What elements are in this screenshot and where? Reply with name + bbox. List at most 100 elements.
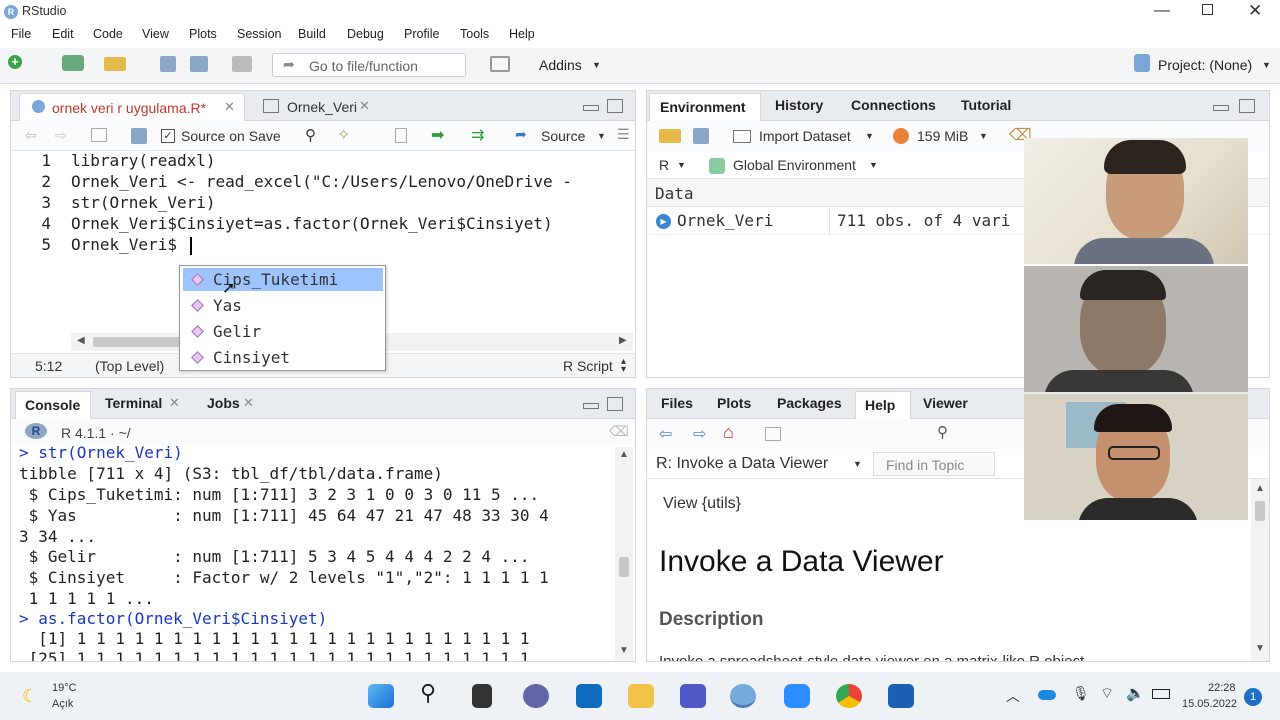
menu-plots[interactable]: Plots bbox=[189, 27, 217, 41]
project-menu[interactable]: Project: (None) bbox=[1158, 57, 1252, 73]
tab-environment[interactable]: Environment bbox=[649, 93, 761, 121]
tab-console[interactable]: Console bbox=[15, 391, 91, 419]
tab-plots[interactable]: Plots bbox=[717, 395, 751, 411]
minimize-pane-icon[interactable] bbox=[583, 105, 599, 111]
onedrive-icon[interactable] bbox=[1038, 690, 1056, 700]
save-all-icon[interactable] bbox=[190, 56, 208, 72]
menu-edit[interactable]: Edit bbox=[52, 27, 74, 41]
minimize-button[interactable]: — bbox=[1154, 2, 1170, 20]
broom-icon[interactable]: ⌫ bbox=[609, 423, 629, 440]
console-scrollbar[interactable]: ▲ ▼ bbox=[615, 447, 633, 661]
restore-button[interactable] bbox=[1202, 4, 1213, 15]
menu-view[interactable]: View bbox=[142, 27, 169, 41]
scroll-right-icon[interactable]: ▶ bbox=[619, 335, 627, 346]
close-icon[interactable]: ✕ bbox=[243, 395, 254, 411]
clock-time[interactable]: 22:28 bbox=[1208, 682, 1236, 694]
scroll-down-icon[interactable]: ▼ bbox=[1255, 643, 1265, 654]
editor-tab-script[interactable]: ornek veri r uygulama.R* ✕ bbox=[19, 93, 245, 121]
autocomplete-item[interactable]: Cips_Tuketimi bbox=[183, 268, 383, 291]
language-selector[interactable]: R bbox=[659, 157, 669, 173]
chevron-up-icon[interactable]: ︿ bbox=[1006, 686, 1020, 706]
outlook-icon[interactable] bbox=[576, 684, 602, 708]
minimize-pane-icon[interactable] bbox=[1213, 105, 1229, 111]
console-output[interactable]: > str(Ornek_Veri) tibble [711 x 4] (S3: … bbox=[19, 445, 613, 661]
save-icon[interactable] bbox=[160, 56, 176, 72]
new-file-icon[interactable]: + bbox=[8, 55, 22, 69]
back-arrow-icon[interactable]: ⇦ bbox=[659, 424, 672, 444]
rerun-icon[interactable]: ⇉ bbox=[471, 125, 484, 145]
tab-tutorial[interactable]: Tutorial bbox=[961, 97, 1011, 113]
scroll-thumb[interactable] bbox=[93, 337, 183, 347]
home-icon[interactable]: ⌂ bbox=[723, 422, 734, 443]
find-in-topic-input[interactable]: Find in Topic bbox=[873, 452, 995, 476]
file-explorer-icon[interactable] bbox=[628, 684, 654, 708]
show-in-window-icon[interactable] bbox=[765, 427, 781, 441]
search-icon[interactable]: ⚲ bbox=[420, 680, 436, 706]
source-button[interactable]: ➦ Source ▼ bbox=[511, 124, 611, 148]
volume-icon[interactable]: 🔈 bbox=[1126, 684, 1145, 702]
outline-icon[interactable]: ☰ bbox=[617, 126, 630, 143]
menu-session[interactable]: Session bbox=[237, 27, 281, 41]
new-project-icon[interactable] bbox=[62, 55, 84, 71]
source-on-save-checkbox[interactable]: ✓ bbox=[161, 129, 175, 143]
editor-tab-viewer[interactable]: Ornek_Veri ✕ bbox=[251, 93, 381, 119]
help-scrollbar[interactable]: ▲ ▼ bbox=[1251, 479, 1269, 661]
tab-help[interactable]: Help bbox=[855, 391, 911, 419]
start-icon[interactable] bbox=[368, 684, 394, 708]
close-icon[interactable]: ✕ bbox=[169, 395, 180, 411]
file-type-selector[interactable]: R Script bbox=[563, 358, 613, 374]
menu-file[interactable]: File bbox=[11, 27, 31, 41]
scope-selector[interactable]: Global Environment bbox=[733, 157, 856, 173]
maximize-pane-icon[interactable] bbox=[607, 397, 623, 411]
addins-menu[interactable]: Addins bbox=[539, 57, 582, 73]
print-icon[interactable] bbox=[232, 56, 252, 72]
menu-build[interactable]: Build bbox=[298, 27, 326, 41]
menu-debug[interactable]: Debug bbox=[347, 27, 384, 41]
scroll-left-icon[interactable]: ◀ bbox=[77, 335, 85, 346]
menu-help[interactable]: Help bbox=[509, 27, 535, 41]
goto-file-input[interactable]: ➦ Go to file/function bbox=[272, 53, 466, 77]
forward-arrow-icon[interactable]: ⇨ bbox=[693, 424, 706, 444]
compile-report-icon[interactable] bbox=[395, 128, 407, 143]
autocomplete-item[interactable]: Yas bbox=[183, 294, 383, 317]
clock-date[interactable]: 15.05.2022 bbox=[1182, 698, 1237, 710]
run-line-icon[interactable]: ➡ bbox=[431, 125, 444, 145]
scroll-down-icon[interactable]: ▼ bbox=[619, 645, 629, 656]
chrome-icon[interactable] bbox=[836, 684, 862, 708]
microphone-icon[interactable]: 🎙 bbox=[1072, 685, 1090, 702]
scroll-thumb[interactable] bbox=[1255, 501, 1265, 521]
topic-selector[interactable]: R: Invoke a Data Viewer bbox=[656, 455, 828, 473]
battery-icon[interactable] bbox=[1152, 689, 1170, 699]
maximize-pane-icon[interactable] bbox=[607, 99, 623, 113]
autocomplete-item[interactable]: Cinsiyet bbox=[183, 346, 383, 369]
tab-connections[interactable]: Connections bbox=[851, 97, 936, 113]
open-folder-icon[interactable] bbox=[104, 57, 126, 71]
back-arrow-icon[interactable]: ⇦ bbox=[25, 127, 37, 144]
zoom-icon[interactable] bbox=[784, 684, 810, 708]
scroll-thumb[interactable] bbox=[619, 557, 629, 577]
menu-tools[interactable]: Tools bbox=[460, 27, 489, 41]
tab-files[interactable]: Files bbox=[661, 395, 693, 411]
tab-packages[interactable]: Packages bbox=[777, 395, 842, 411]
rstudio-icon[interactable] bbox=[730, 684, 756, 708]
save-workspace-icon[interactable] bbox=[693, 128, 709, 144]
mail-icon[interactable] bbox=[888, 684, 914, 708]
tab-history[interactable]: History bbox=[775, 97, 823, 113]
import-dataset-menu[interactable]: Import Dataset bbox=[759, 128, 851, 144]
search-icon[interactable]: ⚲ bbox=[305, 126, 316, 144]
forward-arrow-icon[interactable]: ⇨ bbox=[55, 127, 67, 144]
close-icon[interactable]: ✕ bbox=[224, 99, 235, 115]
minimize-pane-icon[interactable] bbox=[583, 403, 599, 409]
scroll-up-icon[interactable]: ▲ bbox=[619, 449, 629, 460]
task-view-icon[interactable] bbox=[472, 684, 492, 708]
expand-icon[interactable]: ▶ bbox=[656, 214, 671, 229]
maximize-pane-icon[interactable] bbox=[1239, 99, 1255, 113]
close-button[interactable]: ✕ bbox=[1248, 1, 1262, 21]
tab-viewer[interactable]: Viewer bbox=[923, 395, 968, 411]
autocomplete-popup[interactable]: Cips_Tuketimi Yas Gelir Cinsiyet ➚ bbox=[179, 265, 386, 371]
save-icon[interactable] bbox=[131, 128, 147, 144]
teams-icon[interactable] bbox=[680, 684, 706, 708]
magic-wand-icon[interactable]: ✧ bbox=[337, 125, 350, 145]
grid-layout-icon[interactable] bbox=[490, 56, 510, 72]
search-icon[interactable]: ⚲ bbox=[937, 423, 948, 441]
